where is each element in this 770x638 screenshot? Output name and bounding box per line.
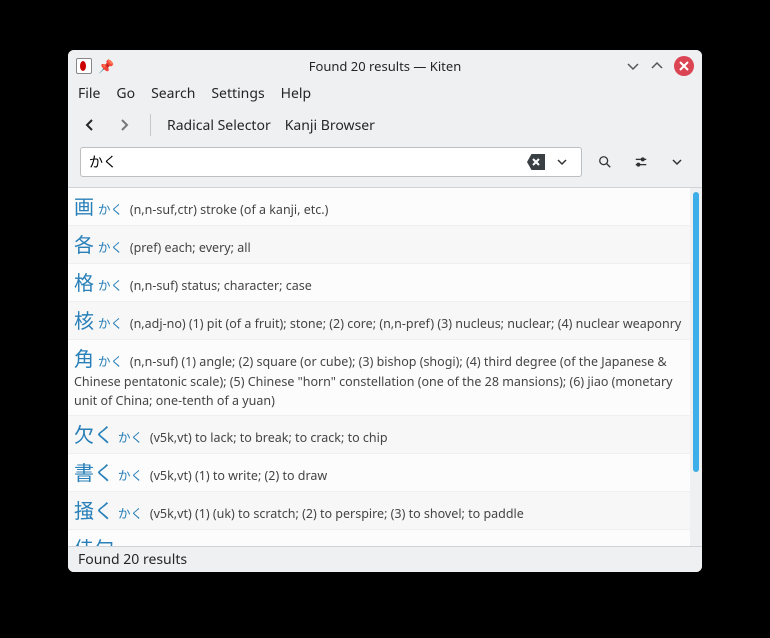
app-icon xyxy=(76,58,92,74)
result-entry[interactable]: 画かく (n,n-suf,ctr) stroke (of a kanji, et… xyxy=(68,188,690,226)
entry-definition: (n,n-suf) status; character; case xyxy=(130,277,312,294)
entry-kanji: 掻く xyxy=(74,495,114,524)
sliders-icon xyxy=(634,155,648,169)
result-entry[interactable]: 格かく (n,n-suf) status; character; case xyxy=(68,264,690,302)
entry-definition: (v5k,vt) (1) to write; (2) to draw xyxy=(150,467,327,484)
entry-reading: かく xyxy=(98,313,126,332)
chevron-down-icon xyxy=(670,155,684,169)
maximize-button[interactable] xyxy=(646,55,668,77)
entry-reading: かく xyxy=(118,427,146,446)
filter-dropdown[interactable] xyxy=(664,149,690,175)
entry-reading: かく xyxy=(98,275,126,294)
result-entry[interactable]: 各かく (pref) each; every; all xyxy=(68,226,690,264)
close-button[interactable] xyxy=(674,56,694,76)
entry-kanji: 画 xyxy=(74,191,94,220)
entry-reading: かく xyxy=(98,351,126,370)
toolbar-separator xyxy=(150,114,151,136)
scrollbar[interactable] xyxy=(690,188,702,546)
entry-reading: かく xyxy=(118,465,146,484)
scrollbar-thumb[interactable] xyxy=(693,192,699,472)
search-history-dropdown[interactable] xyxy=(549,149,575,175)
entry-kanji: 書く xyxy=(74,457,114,486)
minimize-button[interactable] xyxy=(622,55,644,77)
menu-search[interactable]: Search xyxy=(151,84,195,103)
entry-kanji: 角 xyxy=(74,343,94,372)
entry-definition: (n,adj-no) (1) pit (of a fruit); stone; … xyxy=(130,315,681,332)
radical-selector-button[interactable]: Radical Selector xyxy=(165,114,273,137)
result-entry[interactable]: 角かく (n,n-suf) (1) angle; (2) square (or … xyxy=(68,340,690,416)
menu-file[interactable]: File xyxy=(78,84,100,103)
entry-kanji: 各 xyxy=(74,229,94,258)
clear-input-button[interactable] xyxy=(527,154,545,170)
entry-kanji: 格 xyxy=(74,267,94,296)
menu-go[interactable]: Go xyxy=(116,84,135,103)
result-entry[interactable]: 欠くかく (v5k,vt) to lack; to break; to crac… xyxy=(68,416,690,454)
app-window: 📌 Found 20 results — Kiten File Go Searc… xyxy=(68,50,702,572)
kanji-browser-button[interactable]: Kanji Browser xyxy=(283,114,377,137)
menu-settings[interactable]: Settings xyxy=(211,84,264,103)
toolbar: Radical Selector Kanji Browser xyxy=(68,109,702,147)
results-area: 画かく (n,n-suf,ctr) stroke (of a kanji, et… xyxy=(68,187,702,546)
entry-kanji: 欠く xyxy=(74,419,114,448)
menu-help[interactable]: Help xyxy=(281,84,312,103)
titlebar: 📌 Found 20 results — Kiten xyxy=(68,50,702,82)
entry-kanji: 核 xyxy=(74,305,94,334)
results-list: 画かく (n,n-suf,ctr) stroke (of a kanji, et… xyxy=(68,188,690,546)
entry-reading: かく xyxy=(118,503,146,522)
entry-definition: (n,n-suf) (1) angle; (2) square (or cube… xyxy=(74,353,673,409)
window-title: Found 20 results — Kiten xyxy=(68,57,702,75)
nav-back-button[interactable] xyxy=(78,113,102,137)
entry-definition: (pref) each; every; all xyxy=(130,239,251,256)
result-entry[interactable]: 書くかく (v5k,vt) (1) to write; (2) to draw xyxy=(68,454,690,492)
menubar: File Go Search Settings Help xyxy=(68,82,702,109)
entry-definition: (v5k,vt) (1) (uk) to scratch; (2) to per… xyxy=(150,505,524,522)
entry-reading: かく xyxy=(98,199,126,218)
entry-definition: (n,n-suf,ctr) stroke (of a kanji, etc.) xyxy=(130,201,329,218)
result-entry[interactable]: 掻くかく (v5k,vt) (1) (uk) to scratch; (2) t… xyxy=(68,492,690,530)
statusbar: Found 20 results xyxy=(68,546,702,572)
result-entry[interactable]: 核かく (n,adj-no) (1) pit (of a fruit); sto… xyxy=(68,302,690,340)
status-text: Found 20 results xyxy=(78,550,187,569)
filter-button[interactable] xyxy=(628,149,654,175)
result-entry[interactable]: 佳句かく (n) beautiful passage of literature xyxy=(68,530,690,547)
entry-definition: (v5k,vt) to lack; to break; to crack; to… xyxy=(150,429,388,446)
entry-kanji: 佳句 xyxy=(74,533,114,547)
search-icon xyxy=(598,155,612,169)
pin-icon[interactable]: 📌 xyxy=(98,57,114,75)
search-box xyxy=(80,147,582,177)
nav-forward-button[interactable] xyxy=(112,113,136,137)
search-input[interactable] xyxy=(89,153,527,172)
search-button[interactable] xyxy=(592,149,618,175)
search-row xyxy=(68,147,702,187)
entry-reading: かく xyxy=(98,237,126,256)
